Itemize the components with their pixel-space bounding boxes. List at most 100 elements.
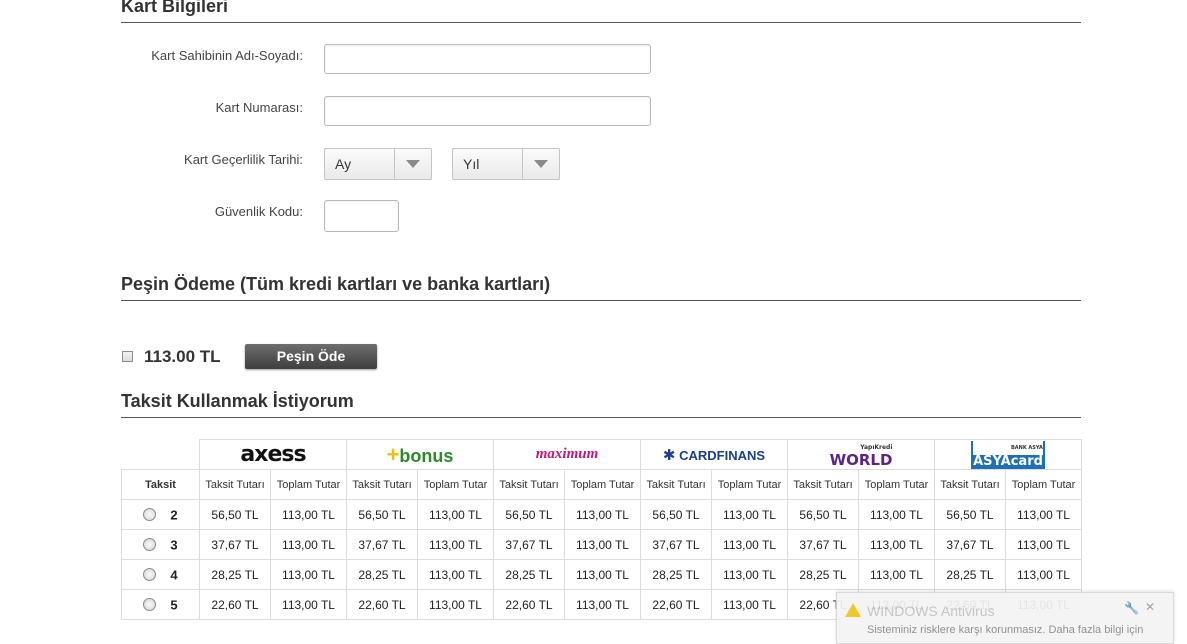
total-amount: 113,00 TL: [564, 589, 641, 620]
installment-amount: 37,67 TL: [493, 529, 565, 560]
taksit-header: Taksit: [121, 469, 200, 500]
total-amount: 113,00 TL: [417, 499, 494, 530]
card-number-label: Kart Numarası:: [215, 100, 303, 115]
total-amount: 113,00 TL: [858, 559, 935, 590]
world-logo: YapıKredi WORLD: [787, 439, 935, 470]
axess-logo-text: axess: [240, 442, 306, 467]
total-amount: 113,00 TL: [858, 529, 935, 560]
installment-amount: 22,60 TL: [640, 589, 712, 620]
cash-payment-title: Peşin Ödeme (Tüm kredi kartları ve banka…: [121, 274, 1081, 301]
total-amount: 113,00 TL: [564, 559, 641, 590]
installment-radio[interactable]: [143, 598, 157, 612]
installment-amount: 37,67 TL: [199, 529, 271, 560]
total-amount: 113,00 TL: [1005, 529, 1082, 560]
axess-logo: axess: [199, 439, 347, 470]
installment-amount: 37,67 TL: [787, 529, 859, 560]
installment-amount: 28,25 TL: [787, 559, 859, 590]
total-amount: 113,00 TL: [564, 499, 641, 530]
cash-amount: 113.00 TL: [144, 347, 221, 366]
installment-radio[interactable]: [143, 508, 157, 522]
antivirus-popup[interactable]: WINDOWS Antivirus Sisteminiz risklere ka…: [836, 592, 1174, 644]
installment-count-cell[interactable]: 4: [121, 559, 200, 590]
installment-amount: 37,67 TL: [346, 529, 418, 560]
installment-amount: 28,25 TL: [934, 559, 1006, 590]
installment-count: 5: [170, 597, 178, 613]
installment-amount: 56,50 TL: [787, 499, 859, 530]
total-amount: 113,00 TL: [858, 499, 935, 530]
antivirus-popup-title: WINDOWS Antivirus: [867, 603, 995, 619]
installment-amount: 28,25 TL: [493, 559, 565, 590]
expiry-year-select[interactable]: Yıl: [452, 148, 560, 180]
installment-count-cell[interactable]: 2: [121, 499, 200, 530]
card-number-input[interactable]: [324, 96, 651, 126]
col-total-header: Toplam Tutar: [1005, 469, 1082, 500]
card-logos-row: axess +bonus maximum ✱ CARDFINANS YapıKr…: [122, 439, 1082, 470]
total-amount: 113,00 TL: [711, 559, 788, 590]
total-amount: 113,00 TL: [711, 589, 788, 620]
total-amount: 113,00 TL: [270, 559, 347, 590]
card-holder-label: Kart Sahibinin Adı-Soyadı:: [151, 48, 303, 63]
cvv-input[interactable]: [324, 200, 399, 232]
col-installment-header: Taksit Tutarı: [640, 469, 712, 500]
total-amount: 113,00 TL: [270, 499, 347, 530]
installment-count: 4: [170, 567, 178, 583]
close-icon[interactable]: ✕: [1145, 600, 1155, 614]
star-icon: ✱: [662, 446, 676, 464]
total-amount: 113,00 TL: [417, 559, 494, 590]
maximum-logo-text: maximum: [535, 446, 599, 462]
installment-radio[interactable]: [143, 568, 157, 582]
installment-amount: 56,50 TL: [934, 499, 1006, 530]
expiry-month-value: Ay: [335, 156, 352, 172]
installment-amount: 28,25 TL: [199, 559, 271, 590]
installment-amount: 22,60 TL: [346, 589, 418, 620]
col-total-header: Toplam Tutar: [417, 469, 494, 500]
installment-amount: 56,50 TL: [346, 499, 418, 530]
col-total-header: Toplam Tutar: [858, 469, 935, 500]
col-installment-header: Taksit Tutarı: [346, 469, 418, 500]
installment-count: 2: [170, 507, 178, 523]
chevron-down-icon: [522, 149, 559, 179]
table-row: 2 56,50 TL 113,00 TL 56,50 TL 113,00 TL …: [121, 499, 1082, 530]
total-amount: 113,00 TL: [711, 499, 788, 530]
installment-radio[interactable]: [143, 538, 157, 552]
cash-payment-checkbox[interactable]: [122, 351, 133, 362]
card-holder-input[interactable]: [324, 44, 651, 74]
warning-icon: [845, 603, 861, 617]
wrench-icon[interactable]: 🔧: [1124, 601, 1139, 615]
bonus-logo: +bonus: [346, 439, 494, 470]
installment-amount: 28,25 TL: [346, 559, 418, 590]
col-installment-header: Taksit Tutarı: [493, 469, 565, 500]
total-amount: 113,00 TL: [417, 589, 494, 620]
cash-pay-button[interactable]: Peşin Öde: [245, 344, 377, 369]
total-amount: 113,00 TL: [1005, 499, 1082, 530]
total-amount: 113,00 TL: [417, 529, 494, 560]
total-amount: 113,00 TL: [1005, 559, 1082, 590]
expiry-label: Kart Geçerlilik Tarihi:: [184, 152, 303, 167]
antivirus-popup-text: Sisteminiz risklere karşı korunmasız. Da…: [867, 624, 1144, 636]
cardfinans-logo: ✱ CARDFINANS: [640, 439, 788, 470]
total-amount: 113,00 TL: [711, 529, 788, 560]
col-installment-header: Taksit Tutarı: [199, 469, 271, 500]
bankasya-logo-text: BANK ASYA: [973, 440, 1043, 455]
installment-amount: 56,50 TL: [493, 499, 565, 530]
installment-amount: 37,67 TL: [934, 529, 1006, 560]
installment-amount: 56,50 TL: [199, 499, 271, 530]
world-logo-text: WORLD: [829, 451, 893, 469]
installment-amount: 56,50 TL: [640, 499, 712, 530]
asyacard-logo: BANK ASYA ASYAcard: [934, 439, 1082, 470]
asyacard-logo-text: ASYAcard: [973, 453, 1043, 469]
table-row: 4 28,25 TL 113,00 TL 28,25 TL 113,00 TL …: [121, 559, 1082, 590]
installment-count-cell[interactable]: 3: [121, 529, 200, 560]
col-installment-header: Taksit Tutarı: [934, 469, 1006, 500]
col-total-header: Toplam Tutar: [711, 469, 788, 500]
table-row: 3 37,67 TL 113,00 TL 37,67 TL 113,00 TL …: [121, 529, 1082, 560]
installment-amount: 22,60 TL: [493, 589, 565, 620]
expiry-month-select[interactable]: Ay: [324, 148, 432, 180]
plus-icon: +: [386, 441, 400, 467]
cardfinans-logo-text: CARDFINANS: [679, 447, 766, 463]
cvv-label: Güvenlik Kodu:: [214, 204, 303, 219]
installment-count: 3: [170, 537, 178, 553]
installments-title: Taksit Kullanmak İstiyorum: [121, 391, 1081, 418]
total-amount: 113,00 TL: [270, 589, 347, 620]
installment-count-cell[interactable]: 5: [121, 589, 200, 620]
